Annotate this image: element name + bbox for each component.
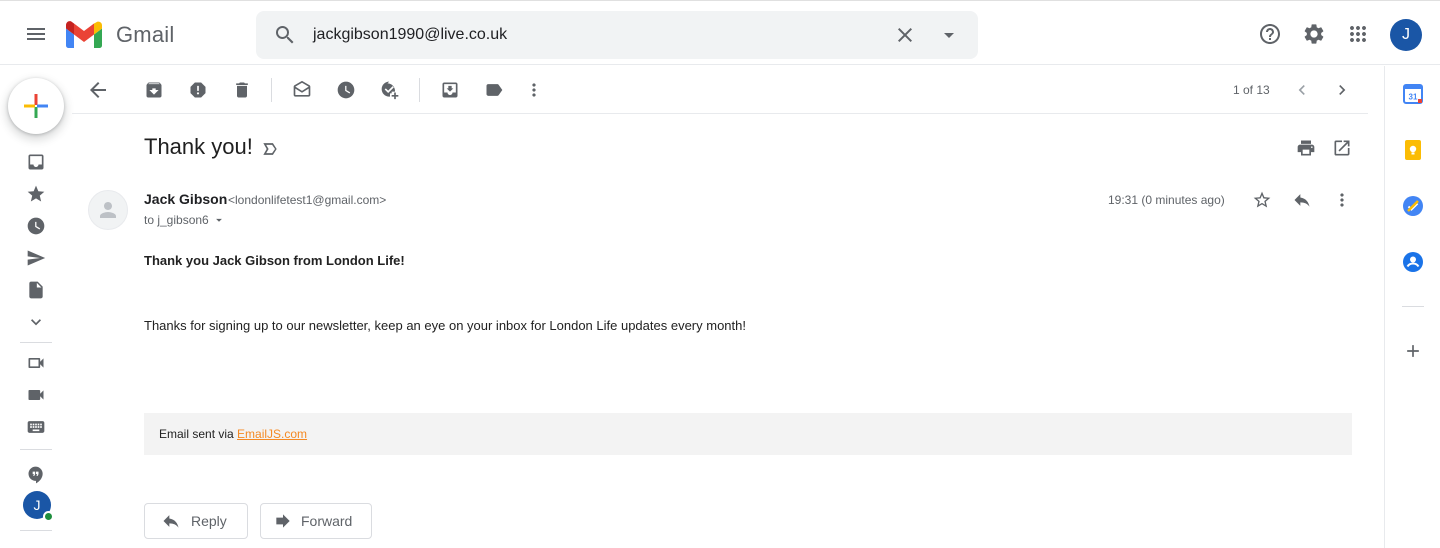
sender-avatar[interactable] (88, 190, 128, 230)
forward-button[interactable]: Forward (260, 503, 372, 539)
more-vert-icon[interactable] (522, 78, 546, 102)
reply-arrow-icon (163, 515, 179, 528)
gmail-logo[interactable] (66, 20, 102, 48)
label-icon[interactable] (482, 78, 506, 102)
reply-icon[interactable] (1290, 188, 1314, 212)
body-heading: Thank you Jack Gibson from London Life! (144, 253, 405, 268)
footer-prefix: Email sent via (159, 427, 238, 441)
mark-unread-icon[interactable] (290, 78, 314, 102)
star-icon[interactable] (1250, 188, 1274, 212)
show-details-icon[interactable] (212, 213, 226, 227)
apps-icon[interactable] (1346, 22, 1370, 46)
recipient-line[interactable]: to j_gibson6 (144, 213, 226, 227)
drafts-icon[interactable] (24, 278, 48, 302)
add-addon-icon[interactable] (1401, 339, 1425, 363)
newer-icon[interactable] (1290, 78, 1314, 102)
settings-icon[interactable] (1302, 22, 1326, 46)
search-input[interactable]: jackgibson1990@live.co.uk (313, 26, 507, 44)
report-spam-icon[interactable] (186, 78, 210, 102)
top-bar: Gmail jackgibson1990@live.co.uk J (0, 1, 1440, 65)
compose-icon (24, 94, 48, 118)
clear-search-icon[interactable] (893, 23, 917, 47)
keyboard-icon[interactable] (24, 415, 48, 439)
reply-label: Reply (191, 513, 227, 529)
svg-text:31: 31 (1409, 93, 1418, 102)
keep-icon[interactable] (1401, 138, 1425, 162)
contacts-icon[interactable] (1401, 250, 1425, 274)
sender-name[interactable]: Jack Gibson (144, 191, 227, 207)
message-more-icon[interactable] (1330, 188, 1354, 212)
add-to-tasks-icon[interactable] (378, 78, 402, 102)
account-avatar[interactable]: J (1390, 19, 1422, 51)
sent-icon[interactable] (24, 246, 48, 270)
sender-email: <londonlifetest1@gmail.com> (228, 193, 387, 207)
new-meeting-icon[interactable] (24, 351, 48, 375)
tasks-icon[interactable] (1401, 194, 1425, 218)
forward-arrow-icon (276, 514, 290, 528)
message-subject: Thank you! (144, 134, 253, 159)
snooze-icon[interactable] (334, 78, 358, 102)
print-icon[interactable] (1294, 136, 1318, 160)
body-paragraph: Thanks for signing up to our newsletter,… (144, 318, 746, 333)
recipient-label: to j_gibson6 (144, 213, 209, 227)
email-footer: Email sent via EmailJS.com (144, 413, 1352, 455)
starred-icon[interactable] (24, 182, 48, 206)
more-icon[interactable] (24, 310, 48, 334)
archive-icon[interactable] (142, 78, 166, 102)
hangouts-icon[interactable] (24, 463, 48, 487)
gmail-wordmark: Gmail (116, 22, 175, 47)
person-icon (100, 202, 116, 218)
reply-button[interactable]: Reply (144, 503, 248, 539)
help-icon[interactable] (1258, 22, 1282, 46)
open-in-new-window-icon[interactable] (1330, 136, 1354, 160)
online-status-dot (43, 511, 54, 522)
important-marker-icon[interactable] (258, 137, 282, 161)
snoozed-icon[interactable] (24, 214, 48, 238)
menu-icon[interactable] (24, 22, 48, 46)
inbox-icon[interactable] (24, 150, 48, 174)
join-meeting-icon[interactable] (24, 383, 48, 407)
back-icon[interactable] (86, 78, 110, 102)
search-bar[interactable]: jackgibson1990@live.co.uk (256, 11, 978, 59)
emailjs-link[interactable]: EmailJS.com (237, 427, 307, 441)
delete-icon[interactable] (230, 78, 254, 102)
compose-button[interactable] (8, 78, 64, 134)
search-icon[interactable] (273, 23, 297, 47)
forward-label: Forward (301, 513, 353, 529)
pagination-label: 1 of 13 (1233, 83, 1270, 97)
footer-text: Email sent via EmailJS.com (159, 427, 307, 441)
calendar-icon[interactable]: 31 (1401, 82, 1425, 106)
message-timestamp: 19:31 (0 minutes ago) (1108, 193, 1225, 207)
older-icon[interactable] (1330, 78, 1354, 102)
search-options-icon[interactable] (937, 23, 961, 47)
move-to-icon[interactable] (438, 78, 462, 102)
